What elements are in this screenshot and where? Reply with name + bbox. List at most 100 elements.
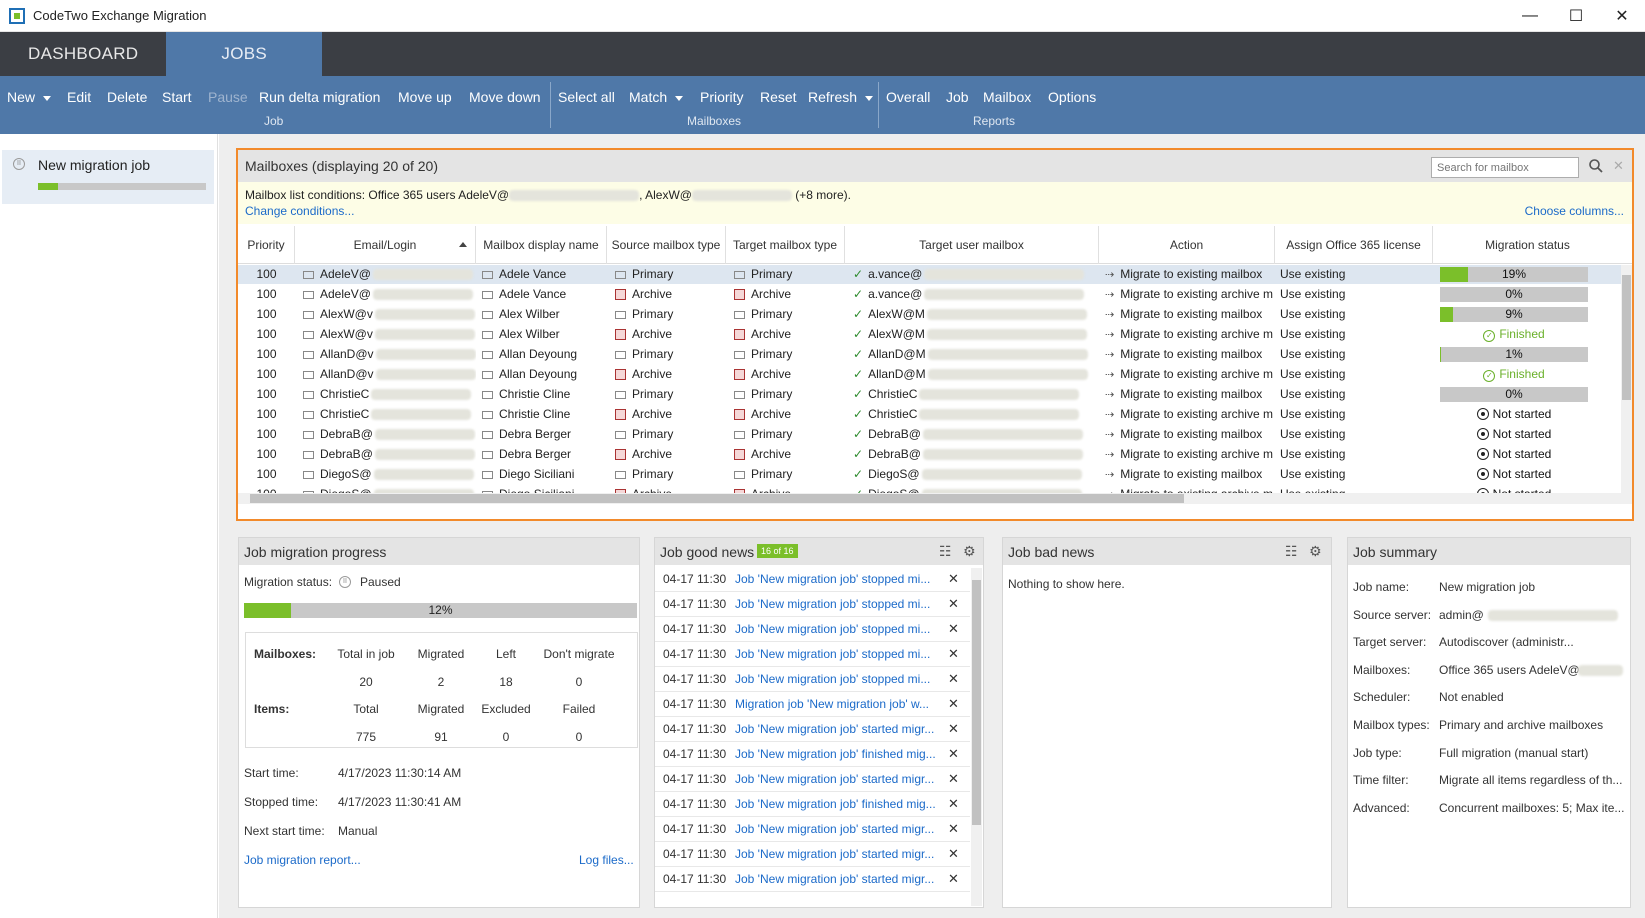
news-text[interactable]: Job 'New migration job' stopped mi...	[735, 622, 940, 636]
close-icon[interactable]: ✕	[948, 871, 959, 887]
edit-button[interactable]: Edit	[67, 89, 91, 105]
list-item[interactable]: 04-17 11:30 Job 'New migration job' start…	[655, 816, 970, 842]
refresh-button[interactable]: Refresh	[808, 89, 874, 105]
move-up-button[interactable]: Move up	[398, 89, 452, 105]
table-row[interactable]: 100 AlexW@v Alex Wilber Archive Archive ✓ Alex…	[238, 325, 1622, 344]
column-migration-status[interactable]: Migration status	[1433, 226, 1622, 264]
priority-button[interactable]: Priority	[700, 89, 744, 105]
close-icon[interactable]: ✕	[948, 721, 959, 737]
list-item[interactable]: 04-17 11:30 Job 'New migration job' start…	[655, 866, 970, 892]
vertical-scrollbar[interactable]	[971, 568, 982, 906]
list-item[interactable]: 04-17 11:30 Job 'New migration job' stopp…	[655, 641, 970, 667]
table-row[interactable]: 100 AllanD@v Allan Deyoung Primary Primary ✓ A…	[238, 345, 1622, 364]
run-delta-migration-button[interactable]: Run delta migration	[259, 89, 380, 105]
tab-dashboard[interactable]: DASHBOARD	[0, 32, 166, 76]
column-target-type[interactable]: Target mailbox type	[726, 226, 845, 264]
news-text[interactable]: Job 'New migration job' started migr...	[735, 847, 940, 861]
list-item[interactable]: 04-17 11:30 Job 'New migration job' stopp…	[655, 591, 970, 617]
delete-button[interactable]: Delete	[107, 89, 147, 105]
table-row[interactable]: 100 ChristieC Christie Cline Primary Primary…	[238, 385, 1622, 404]
close-icon[interactable]: ✕	[948, 821, 959, 837]
list-item[interactable]: 04-17 11:30 Job 'New migration job' finis…	[655, 741, 970, 767]
sidebar-item-job[interactable]: II New migration job	[2, 150, 214, 204]
list-item[interactable]: 04-17 11:30 Job 'New migration job' start…	[655, 716, 970, 742]
vertical-scrollbar[interactable]	[1621, 265, 1632, 493]
move-down-button[interactable]: Move down	[469, 89, 541, 105]
column-display-name[interactable]: Mailbox display name	[476, 226, 607, 264]
minimize-icon[interactable]: —	[1507, 0, 1553, 32]
close-icon[interactable]: ✕	[948, 671, 959, 687]
list-item[interactable]: 04-17 11:30 Job 'New migration job' stopp…	[655, 616, 970, 642]
start-button[interactable]: Start	[162, 89, 192, 105]
table-row[interactable]: 100 ChristieC Christie Cline Archive Archive…	[238, 405, 1622, 424]
column-priority[interactable]: Priority	[238, 226, 295, 264]
horizontal-scrollbar[interactable]	[238, 493, 1632, 504]
select-all-button[interactable]: Select all	[558, 89, 615, 105]
column-target-user[interactable]: Target user mailbox	[845, 226, 1099, 264]
clear-list-icon[interactable]: ☷	[1285, 543, 1298, 560]
change-conditions-link[interactable]: Change conditions...	[245, 204, 354, 218]
news-text[interactable]: Migration job 'New migration job' w...	[735, 697, 940, 711]
news-text[interactable]: Job 'New migration job' stopped mi...	[735, 597, 940, 611]
news-text[interactable]: Job 'New migration job' stopped mi...	[735, 647, 940, 661]
job-report-button[interactable]: Job	[946, 89, 969, 105]
pause-button[interactable]: Pause	[208, 89, 248, 105]
table-row[interactable]: 100 AlexW@v Alex Wilber Primary Primary ✓ Alex…	[238, 305, 1622, 324]
gear-icon[interactable]: ⚙	[963, 543, 976, 560]
close-icon[interactable]: ✕	[948, 746, 959, 762]
news-text[interactable]: Job 'New migration job' started migr...	[735, 722, 940, 736]
table-row[interactable]: 100 DebraB@ Debra Berger Primary Primary ✓ Deb…	[238, 425, 1622, 444]
column-license[interactable]: Assign Office 365 license	[1275, 226, 1433, 264]
table-row[interactable]: 100 DiegoS@ Diego Siciliani Archive Archive ✓…	[238, 485, 1622, 493]
table-row[interactable]: 100 AdeleV@ Adele Vance Archive Archive ✓ a.va…	[238, 285, 1622, 304]
mailbox-icon	[734, 311, 745, 319]
close-icon[interactable]: ✕	[948, 771, 959, 787]
list-item[interactable]: 04-17 11:30 Job 'New migration job' start…	[655, 841, 970, 867]
maximize-icon[interactable]: ☐	[1553, 0, 1599, 32]
table-row[interactable]: 100 DebraB@ Debra Berger Archive Archive ✓ Deb…	[238, 445, 1622, 464]
close-icon[interactable]: ✕	[948, 696, 959, 712]
list-item[interactable]: 04-17 11:30 Job 'New migration job' stopp…	[655, 666, 970, 692]
list-item[interactable]: 04-17 11:30 Job 'New migration job' stopp…	[655, 566, 970, 592]
close-icon[interactable]: ✕	[948, 846, 959, 862]
close-icon[interactable]: ✕	[948, 621, 959, 637]
list-item[interactable]: 04-17 11:30 Job 'New migration job' start…	[655, 766, 970, 792]
cell-priority: 100	[238, 365, 295, 384]
news-text[interactable]: Job 'New migration job' started migr...	[735, 872, 940, 886]
gear-icon[interactable]: ⚙	[1309, 543, 1322, 560]
news-text[interactable]: Job 'New migration job' stopped mi...	[735, 572, 940, 586]
match-button[interactable]: Match	[629, 89, 684, 105]
search-input[interactable]	[1431, 157, 1579, 178]
news-text[interactable]: Job 'New migration job' started migr...	[735, 822, 940, 836]
search-icon[interactable]	[1588, 158, 1606, 176]
log-files-link[interactable]: Log files...	[579, 853, 634, 867]
table-row[interactable]: 100 AdeleV@ Adele Vance Primary Primary ✓ a.va…	[238, 265, 1622, 284]
table-row[interactable]: 100 DiegoS@ Diego Siciliani Primary Primary ✓…	[238, 465, 1622, 484]
column-source-type[interactable]: Source mailbox type	[607, 226, 726, 264]
overall-report-button[interactable]: Overall	[886, 89, 930, 105]
tab-jobs[interactable]: JOBS	[166, 32, 322, 76]
close-icon[interactable]: ✕	[948, 796, 959, 812]
list-item[interactable]: 04-17 11:30 Migration job 'New migration …	[655, 691, 970, 717]
close-icon[interactable]: ✕	[948, 646, 959, 662]
column-action[interactable]: Action	[1099, 226, 1275, 264]
mailbox-report-button[interactable]: Mailbox	[983, 89, 1031, 105]
news-text[interactable]: Job 'New migration job' started migr...	[735, 772, 940, 786]
choose-columns-link[interactable]: Choose columns...	[1525, 204, 1624, 218]
clear-search-icon[interactable]: ✕	[1613, 158, 1624, 174]
news-text[interactable]: Job 'New migration job' finished mig...	[735, 797, 940, 811]
options-button[interactable]: Options	[1048, 89, 1096, 105]
column-email-login[interactable]: Email/Login	[295, 226, 476, 264]
news-text[interactable]: Job 'New migration job' stopped mi...	[735, 672, 940, 686]
table-row[interactable]: 100 AllanD@v Allan Deyoung Archive Archive ✓ A…	[238, 365, 1622, 384]
reset-button[interactable]: Reset	[760, 89, 797, 105]
list-item[interactable]: 04-17 11:30 Job 'New migration job' finis…	[655, 791, 970, 817]
close-icon[interactable]: ✕	[1599, 0, 1645, 32]
new-button[interactable]: New	[7, 89, 52, 105]
close-icon[interactable]: ✕	[948, 571, 959, 587]
window-title: CodeTwo Exchange Migration	[33, 8, 207, 23]
clear-list-icon[interactable]: ☷	[939, 543, 952, 560]
job-migration-report-link[interactable]: Job migration report...	[244, 853, 361, 867]
close-icon[interactable]: ✕	[948, 596, 959, 612]
news-text[interactable]: Job 'New migration job' finished mig...	[735, 747, 940, 761]
